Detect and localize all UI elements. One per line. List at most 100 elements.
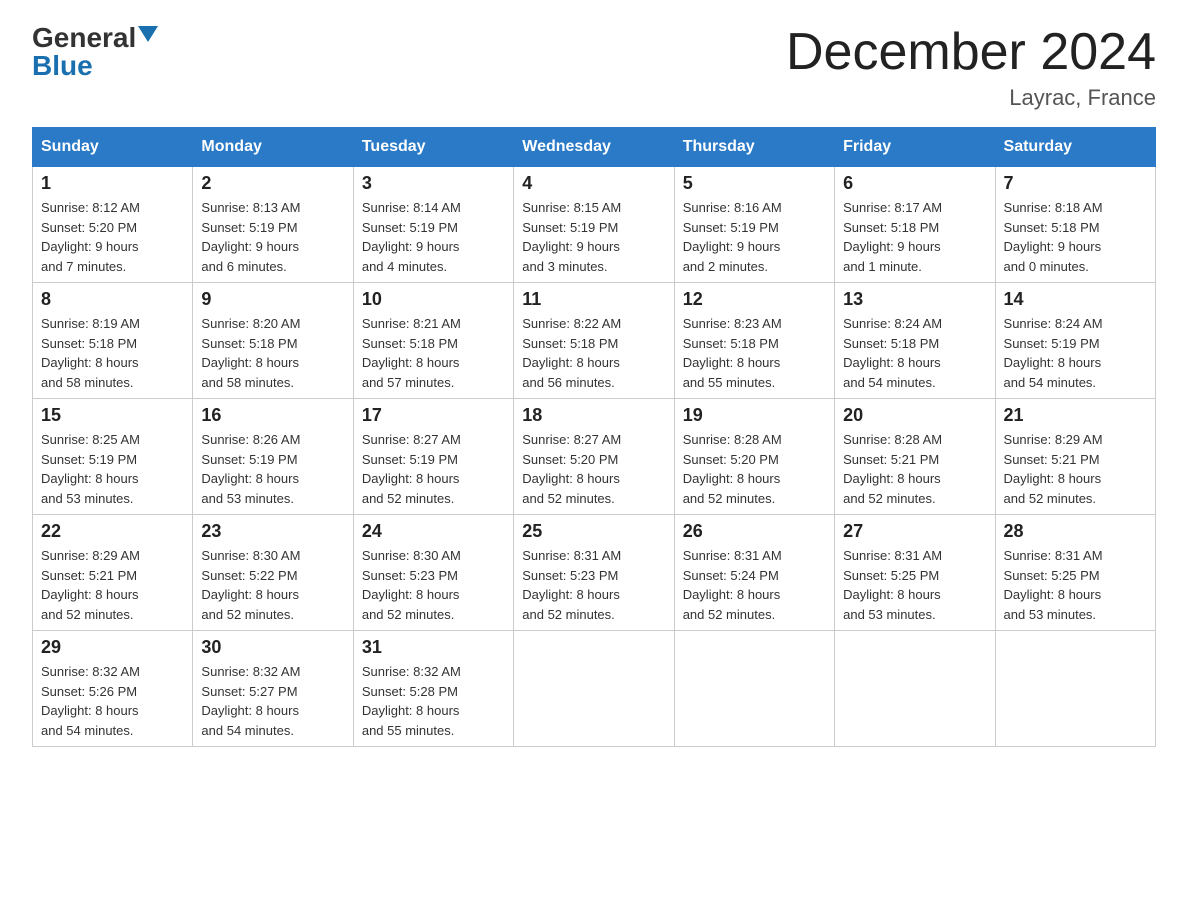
day-number: 1 bbox=[41, 173, 184, 194]
day-number: 5 bbox=[683, 173, 826, 194]
day-number: 21 bbox=[1004, 405, 1147, 426]
calendar-cell: 5 Sunrise: 8:16 AM Sunset: 5:19 PM Daylig… bbox=[674, 167, 834, 283]
day-info: Sunrise: 8:25 AM Sunset: 5:19 PM Dayligh… bbox=[41, 430, 184, 508]
calendar-cell: 6 Sunrise: 8:17 AM Sunset: 5:18 PM Daylig… bbox=[835, 167, 995, 283]
calendar-cell: 9 Sunrise: 8:20 AM Sunset: 5:18 PM Daylig… bbox=[193, 283, 353, 399]
day-number: 13 bbox=[843, 289, 986, 310]
day-info: Sunrise: 8:20 AM Sunset: 5:18 PM Dayligh… bbox=[201, 314, 344, 392]
col-header-monday: Monday bbox=[193, 128, 353, 167]
calendar-cell: 24Sunrise: 8:30 AM Sunset: 5:23 PM Dayli… bbox=[353, 515, 513, 631]
calendar-cell: 2 Sunrise: 8:13 AM Sunset: 5:19 PM Daylig… bbox=[193, 167, 353, 283]
calendar-cell: 29Sunrise: 8:32 AM Sunset: 5:26 PM Dayli… bbox=[33, 631, 193, 747]
title-area: December 2024 Layrac, France bbox=[786, 24, 1156, 111]
week-row-4: 22 Sunrise: 8:29 AM Sunset: 5:21 PM Dayli… bbox=[33, 515, 1156, 631]
calendar-cell: 11Sunrise: 8:22 AM Sunset: 5:18 PM Dayli… bbox=[514, 283, 674, 399]
day-info: Sunrise: 8:22 AM Sunset: 5:18 PM Dayligh… bbox=[522, 314, 665, 392]
day-number: 18 bbox=[522, 405, 665, 426]
calendar-cell: 25 Sunrise: 8:31 AM Sunset: 5:23 PM Dayli… bbox=[514, 515, 674, 631]
location: Layrac, France bbox=[786, 85, 1156, 111]
calendar-cell: 10 Sunrise: 8:21 AM Sunset: 5:18 PM Dayli… bbox=[353, 283, 513, 399]
day-info: Sunrise: 8:27 AM Sunset: 5:20 PM Dayligh… bbox=[522, 430, 665, 508]
day-info: Sunrise: 8:29 AM Sunset: 5:21 PM Dayligh… bbox=[41, 546, 184, 624]
calendar-cell: 3Sunrise: 8:14 AM Sunset: 5:19 PM Daylig… bbox=[353, 167, 513, 283]
day-info: Sunrise: 8:31 AM Sunset: 5:23 PM Dayligh… bbox=[522, 546, 665, 624]
day-number: 17 bbox=[362, 405, 505, 426]
day-number: 24 bbox=[362, 521, 505, 542]
day-number: 25 bbox=[522, 521, 665, 542]
col-header-saturday: Saturday bbox=[995, 128, 1155, 167]
month-title: December 2024 bbox=[786, 24, 1156, 81]
calendar-cell bbox=[995, 631, 1155, 747]
col-header-sunday: Sunday bbox=[33, 128, 193, 167]
col-header-friday: Friday bbox=[835, 128, 995, 167]
day-info: Sunrise: 8:32 AM Sunset: 5:26 PM Dayligh… bbox=[41, 662, 184, 740]
day-number: 6 bbox=[843, 173, 986, 194]
day-info: Sunrise: 8:13 AM Sunset: 5:19 PM Dayligh… bbox=[201, 198, 344, 276]
col-header-tuesday: Tuesday bbox=[353, 128, 513, 167]
day-info: Sunrise: 8:24 AM Sunset: 5:19 PM Dayligh… bbox=[1004, 314, 1147, 392]
calendar-cell: 14 Sunrise: 8:24 AM Sunset: 5:19 PM Dayli… bbox=[995, 283, 1155, 399]
day-info: Sunrise: 8:32 AM Sunset: 5:27 PM Dayligh… bbox=[201, 662, 344, 740]
calendar-cell: 1Sunrise: 8:12 AM Sunset: 5:20 PM Daylig… bbox=[33, 167, 193, 283]
day-number: 2 bbox=[201, 173, 344, 194]
day-number: 4 bbox=[522, 173, 665, 194]
calendar-cell: 15Sunrise: 8:25 AM Sunset: 5:19 PM Dayli… bbox=[33, 399, 193, 515]
calendar-cell: 23Sunrise: 8:30 AM Sunset: 5:22 PM Dayli… bbox=[193, 515, 353, 631]
calendar-table: SundayMondayTuesdayWednesdayThursdayFrid… bbox=[32, 127, 1156, 747]
calendar-cell: 28 Sunrise: 8:31 AM Sunset: 5:25 PM Dayli… bbox=[995, 515, 1155, 631]
day-info: Sunrise: 8:16 AM Sunset: 5:19 PM Dayligh… bbox=[683, 198, 826, 276]
day-number: 3 bbox=[362, 173, 505, 194]
day-info: Sunrise: 8:31 AM Sunset: 5:25 PM Dayligh… bbox=[843, 546, 986, 624]
day-info: Sunrise: 8:28 AM Sunset: 5:20 PM Dayligh… bbox=[683, 430, 826, 508]
calendar-cell: 21 Sunrise: 8:29 AM Sunset: 5:21 PM Dayli… bbox=[995, 399, 1155, 515]
day-info: Sunrise: 8:31 AM Sunset: 5:25 PM Dayligh… bbox=[1004, 546, 1147, 624]
day-info: Sunrise: 8:24 AM Sunset: 5:18 PM Dayligh… bbox=[843, 314, 986, 392]
calendar-cell: 17 Sunrise: 8:27 AM Sunset: 5:19 PM Dayli… bbox=[353, 399, 513, 515]
calendar-cell: 13 Sunrise: 8:24 AM Sunset: 5:18 PM Dayli… bbox=[835, 283, 995, 399]
day-number: 27 bbox=[843, 521, 986, 542]
day-info: Sunrise: 8:26 AM Sunset: 5:19 PM Dayligh… bbox=[201, 430, 344, 508]
logo-triangle-icon bbox=[138, 26, 158, 42]
col-header-thursday: Thursday bbox=[674, 128, 834, 167]
day-number: 7 bbox=[1004, 173, 1147, 194]
day-info: Sunrise: 8:23 AM Sunset: 5:18 PM Dayligh… bbox=[683, 314, 826, 392]
day-number: 12 bbox=[683, 289, 826, 310]
day-info: Sunrise: 8:28 AM Sunset: 5:21 PM Dayligh… bbox=[843, 430, 986, 508]
day-number: 8 bbox=[41, 289, 184, 310]
calendar-cell: 27 Sunrise: 8:31 AM Sunset: 5:25 PM Dayli… bbox=[835, 515, 995, 631]
week-row-5: 29Sunrise: 8:32 AM Sunset: 5:26 PM Dayli… bbox=[33, 631, 1156, 747]
day-info: Sunrise: 8:19 AM Sunset: 5:18 PM Dayligh… bbox=[41, 314, 184, 392]
day-info: Sunrise: 8:31 AM Sunset: 5:24 PM Dayligh… bbox=[683, 546, 826, 624]
calendar-cell bbox=[835, 631, 995, 747]
day-number: 10 bbox=[362, 289, 505, 310]
logo-general: General bbox=[32, 24, 136, 52]
day-number: 28 bbox=[1004, 521, 1147, 542]
calendar-cell: 8 Sunrise: 8:19 AM Sunset: 5:18 PM Daylig… bbox=[33, 283, 193, 399]
day-number: 30 bbox=[201, 637, 344, 658]
day-number: 9 bbox=[201, 289, 344, 310]
day-info: Sunrise: 8:21 AM Sunset: 5:18 PM Dayligh… bbox=[362, 314, 505, 392]
calendar-cell: 12 Sunrise: 8:23 AM Sunset: 5:18 PM Dayli… bbox=[674, 283, 834, 399]
day-info: Sunrise: 8:30 AM Sunset: 5:22 PM Dayligh… bbox=[201, 546, 344, 624]
day-info: Sunrise: 8:15 AM Sunset: 5:19 PM Dayligh… bbox=[522, 198, 665, 276]
calendar-cell: 20Sunrise: 8:28 AM Sunset: 5:21 PM Dayli… bbox=[835, 399, 995, 515]
calendar-cell: 22 Sunrise: 8:29 AM Sunset: 5:21 PM Dayli… bbox=[33, 515, 193, 631]
logo-blue: Blue bbox=[32, 52, 93, 80]
day-info: Sunrise: 8:32 AM Sunset: 5:28 PM Dayligh… bbox=[362, 662, 505, 740]
day-number: 14 bbox=[1004, 289, 1147, 310]
day-number: 26 bbox=[683, 521, 826, 542]
day-info: Sunrise: 8:17 AM Sunset: 5:18 PM Dayligh… bbox=[843, 198, 986, 276]
day-number: 16 bbox=[201, 405, 344, 426]
calendar-cell: 7Sunrise: 8:18 AM Sunset: 5:18 PM Daylig… bbox=[995, 167, 1155, 283]
calendar-cell: 18 Sunrise: 8:27 AM Sunset: 5:20 PM Dayli… bbox=[514, 399, 674, 515]
week-row-1: 1Sunrise: 8:12 AM Sunset: 5:20 PM Daylig… bbox=[33, 167, 1156, 283]
week-row-3: 15Sunrise: 8:25 AM Sunset: 5:19 PM Dayli… bbox=[33, 399, 1156, 515]
calendar-cell: 19Sunrise: 8:28 AM Sunset: 5:20 PM Dayli… bbox=[674, 399, 834, 515]
calendar-cell bbox=[514, 631, 674, 747]
page-header: General Blue December 2024 Layrac, Franc… bbox=[32, 24, 1156, 111]
day-number: 31 bbox=[362, 637, 505, 658]
day-info: Sunrise: 8:29 AM Sunset: 5:21 PM Dayligh… bbox=[1004, 430, 1147, 508]
day-info: Sunrise: 8:27 AM Sunset: 5:19 PM Dayligh… bbox=[362, 430, 505, 508]
day-number: 22 bbox=[41, 521, 184, 542]
week-row-2: 8 Sunrise: 8:19 AM Sunset: 5:18 PM Daylig… bbox=[33, 283, 1156, 399]
